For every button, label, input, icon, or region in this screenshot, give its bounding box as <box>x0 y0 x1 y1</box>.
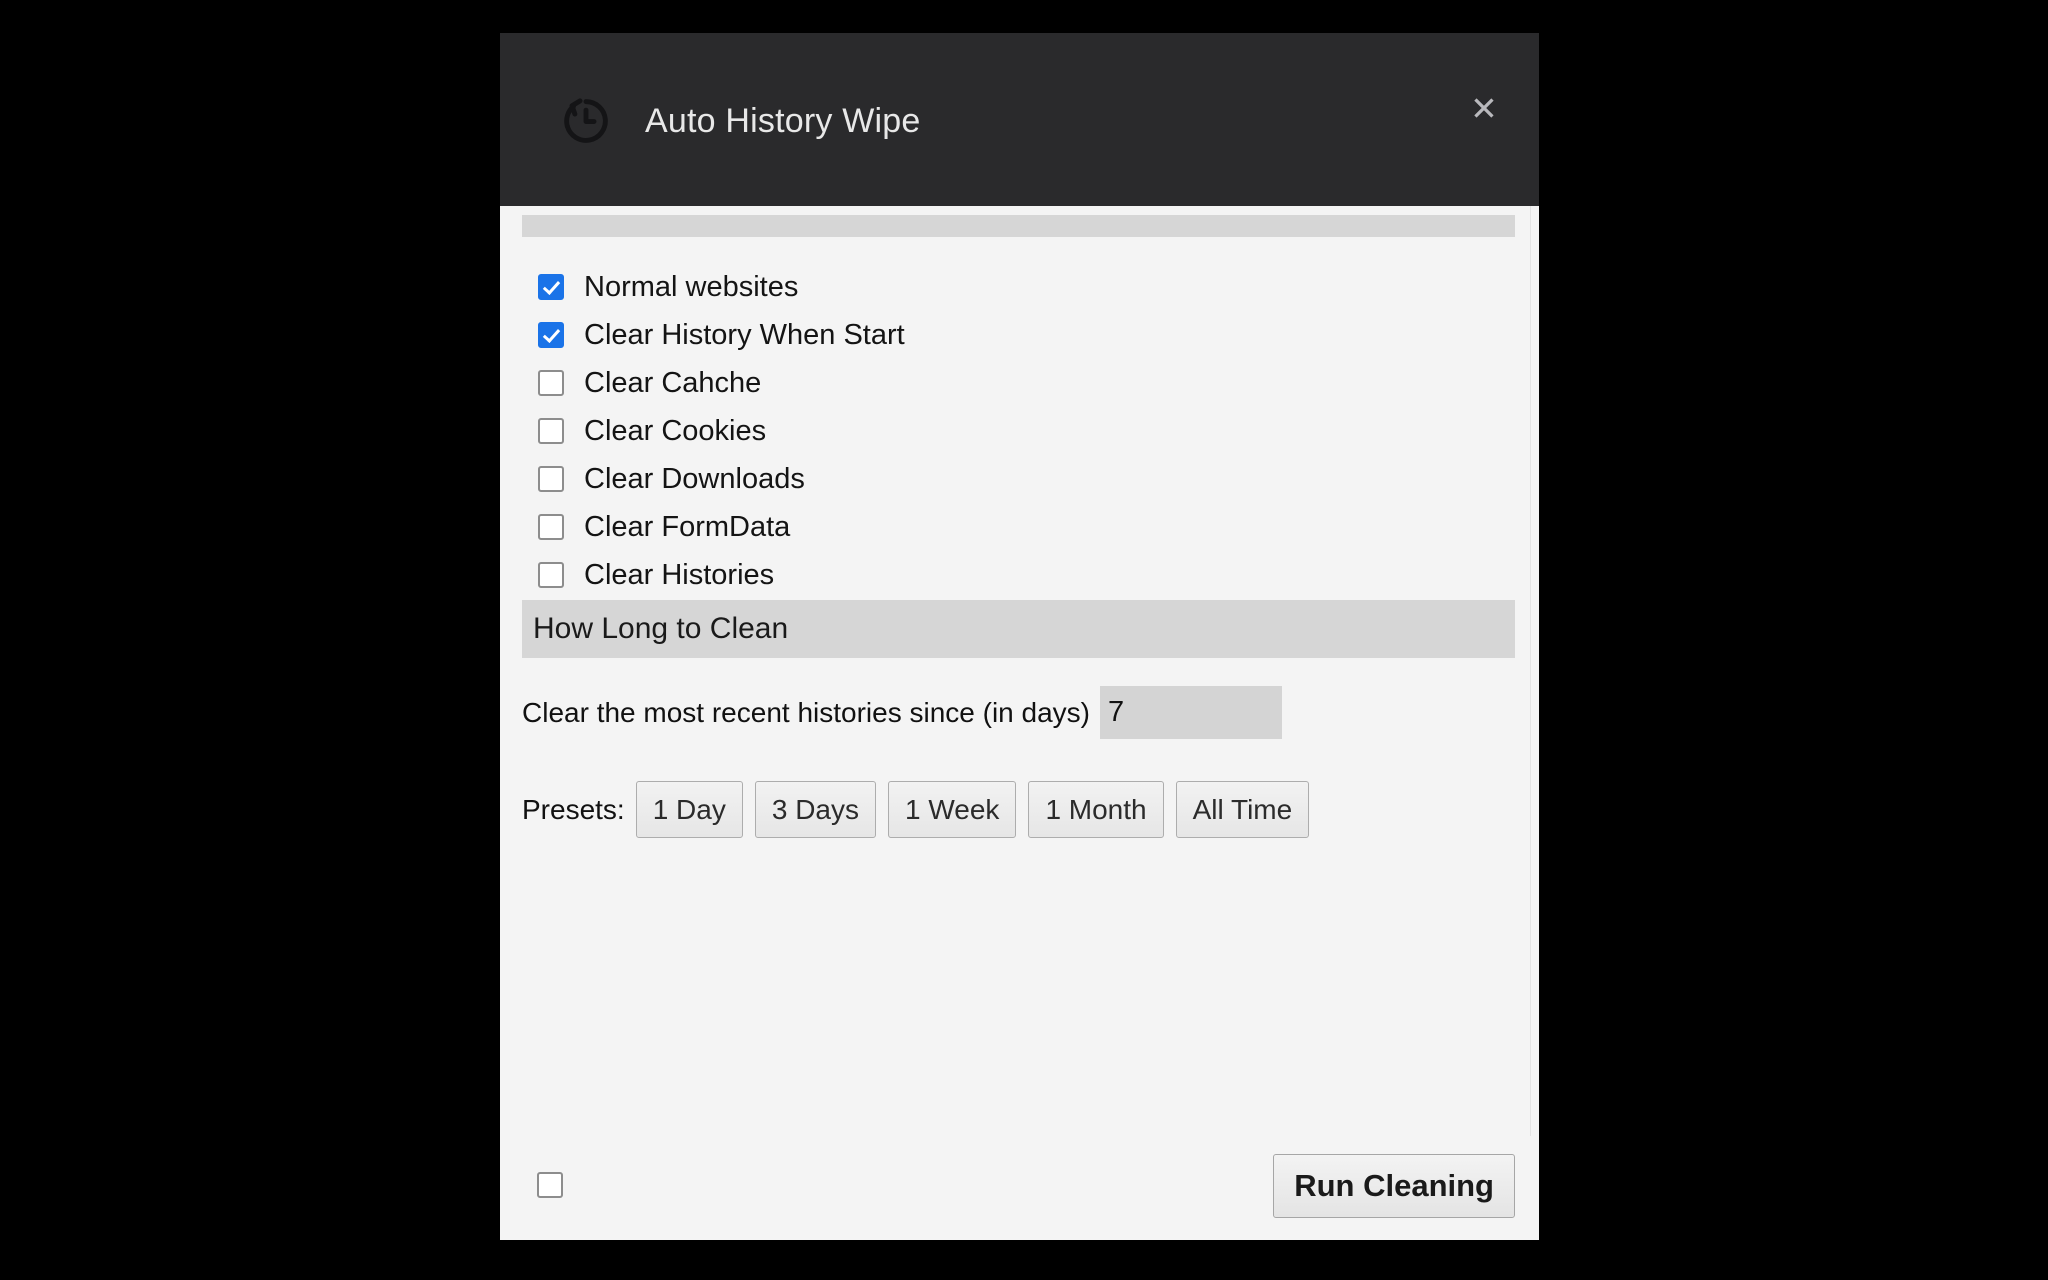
run-cleaning-button[interactable]: Run Cleaning <box>1273 1154 1515 1218</box>
presets-row: Presets: 1 Day 3 Days 1 Week 1 Month All… <box>522 781 1321 838</box>
checkbox-clear-cache[interactable] <box>538 370 564 396</box>
option-label: Clear History When Start <box>584 318 905 351</box>
option-label: Clear Histories <box>584 558 775 591</box>
option-row-clear-cache[interactable]: Clear Cahche <box>538 359 905 407</box>
option-label: Clear Downloads <box>584 462 805 495</box>
section-title: How Long to Clean <box>533 612 789 645</box>
preset-button-1-month[interactable]: 1 Month <box>1028 781 1164 838</box>
option-row-clear-downloads[interactable]: Clear Downloads <box>538 455 905 503</box>
checkbox-clear-histories[interactable] <box>538 562 564 588</box>
section-header-how-long-to-clean: How Long to Clean <box>522 600 1515 658</box>
section-bar-clipped <box>522 215 1515 237</box>
checkbox-normal-websites[interactable] <box>538 274 564 300</box>
presets-label: Presets: <box>522 793 625 825</box>
preset-button-1-day[interactable]: 1 Day <box>635 781 743 838</box>
option-label: Normal websites <box>584 270 799 303</box>
vertical-scrollbar[interactable] <box>1530 206 1539 1240</box>
close-icon[interactable]: ✕ <box>1465 89 1503 127</box>
panel-footer: Run Cleaning <box>500 1136 1539 1240</box>
checkbox-clear-history-when-start[interactable] <box>538 322 564 348</box>
option-row-clear-cookies[interactable]: Clear Cookies <box>538 407 905 455</box>
auto-history-wipe-panel: Auto History Wipe ✕ Normal websites Clea… <box>500 33 1539 1240</box>
history-icon <box>564 98 608 143</box>
option-label: Clear FormData <box>584 510 791 543</box>
option-label: Clear Cahche <box>584 366 762 399</box>
checkbox-clear-cookies[interactable] <box>538 418 564 444</box>
duration-input-row: Clear the most recent histories since (i… <box>522 686 1282 739</box>
page-title: Auto History Wipe <box>645 101 921 140</box>
footer-checkbox[interactable] <box>537 1172 563 1198</box>
option-row-clear-histories[interactable]: Clear Histories <box>538 551 905 599</box>
panel-body: Normal websites Clear History When Start… <box>500 206 1539 1240</box>
checkbox-clear-formdata[interactable] <box>538 514 564 540</box>
option-row-normal-websites[interactable]: Normal websites <box>538 263 905 311</box>
days-input[interactable]: 7 <box>1100 686 1282 739</box>
duration-label: Clear the most recent histories since (i… <box>522 696 1090 728</box>
preset-button-3-days[interactable]: 3 Days <box>754 781 877 838</box>
clear-options-list: Normal websites Clear History When Start… <box>538 263 905 599</box>
option-label: Clear Cookies <box>584 414 767 447</box>
option-row-clear-formdata[interactable]: Clear FormData <box>538 503 905 551</box>
option-row-clear-history-when-start[interactable]: Clear History When Start <box>538 311 905 359</box>
header-title-group: Auto History Wipe <box>555 90 920 152</box>
checkbox-clear-downloads[interactable] <box>538 466 564 492</box>
preset-button-1-week[interactable]: 1 Week <box>888 781 1017 838</box>
panel-header: Auto History Wipe ✕ <box>500 33 1539 206</box>
preset-button-all-time[interactable]: All Time <box>1175 781 1310 838</box>
